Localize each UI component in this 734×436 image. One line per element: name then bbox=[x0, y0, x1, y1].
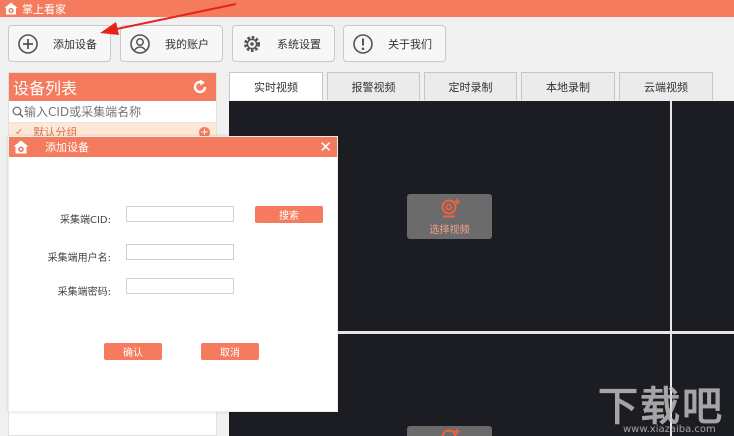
info-circle-icon bbox=[353, 33, 373, 54]
select-video-button-partial[interactable] bbox=[407, 426, 492, 436]
tab-local-recording[interactable]: 本地录制 bbox=[521, 72, 615, 100]
plus-circle-icon bbox=[18, 33, 38, 54]
username-label: 采集端用户名: bbox=[47, 253, 111, 264]
cancel-button[interactable]: 取消 bbox=[201, 343, 259, 360]
device-list-title: 设备列表 bbox=[13, 79, 78, 98]
app-title: 掌上看家 bbox=[22, 2, 66, 16]
search-button[interactable]: 搜索 bbox=[255, 206, 323, 223]
select-video-button[interactable]: 选择视频 bbox=[407, 194, 492, 239]
password-label: 采集端密码: bbox=[57, 287, 111, 298]
username-input[interactable] bbox=[126, 244, 234, 260]
device-list-header: 设备列表 bbox=[9, 73, 216, 101]
refresh-icon[interactable] bbox=[192, 79, 208, 95]
device-search-input[interactable] bbox=[24, 104, 209, 119]
cid-input[interactable] bbox=[126, 206, 234, 222]
tab-cloud-video[interactable]: 云端视频 bbox=[619, 72, 713, 100]
dialog-title-bar: 添加设备 ✕ bbox=[9, 137, 337, 157]
tab-alarm-video[interactable]: 报警视频 bbox=[327, 72, 420, 100]
password-input[interactable] bbox=[126, 278, 234, 294]
about-us-button[interactable]: 关于我们 bbox=[343, 25, 446, 62]
tab-scheduled-recording[interactable]: 定时录制 bbox=[424, 72, 517, 100]
search-icon bbox=[12, 106, 24, 117]
camera-plus-icon bbox=[441, 198, 460, 217]
annotation-arrow-icon bbox=[100, 3, 237, 35]
add-device-label: 添加设备 bbox=[53, 37, 97, 51]
cid-label: 采集端CID: bbox=[59, 215, 111, 226]
system-settings-button[interactable]: 系统设置 bbox=[232, 25, 335, 62]
home-eye-icon bbox=[4, 2, 18, 15]
watermark-url: www.xiazaiba.com bbox=[623, 424, 716, 435]
video-cell-2[interactable] bbox=[672, 101, 734, 331]
dialog-title: 添加设备 bbox=[45, 141, 89, 154]
device-search bbox=[9, 101, 216, 123]
home-eye-icon bbox=[13, 140, 29, 154]
system-settings-label: 系统设置 bbox=[277, 37, 321, 51]
tab-live-video[interactable]: 实时视频 bbox=[229, 72, 323, 100]
close-icon[interactable]: ✕ bbox=[319, 138, 332, 156]
select-video-label: 选择视频 bbox=[429, 224, 470, 236]
add-device-dialog: 添加设备 ✕ 采集端CID: 搜索 采集端用户名: 采集端密码: 确认 取消 bbox=[8, 136, 338, 412]
camera-plus-icon bbox=[441, 428, 460, 436]
about-us-label: 关于我们 bbox=[388, 37, 432, 51]
confirm-button[interactable]: 确认 bbox=[104, 343, 162, 360]
